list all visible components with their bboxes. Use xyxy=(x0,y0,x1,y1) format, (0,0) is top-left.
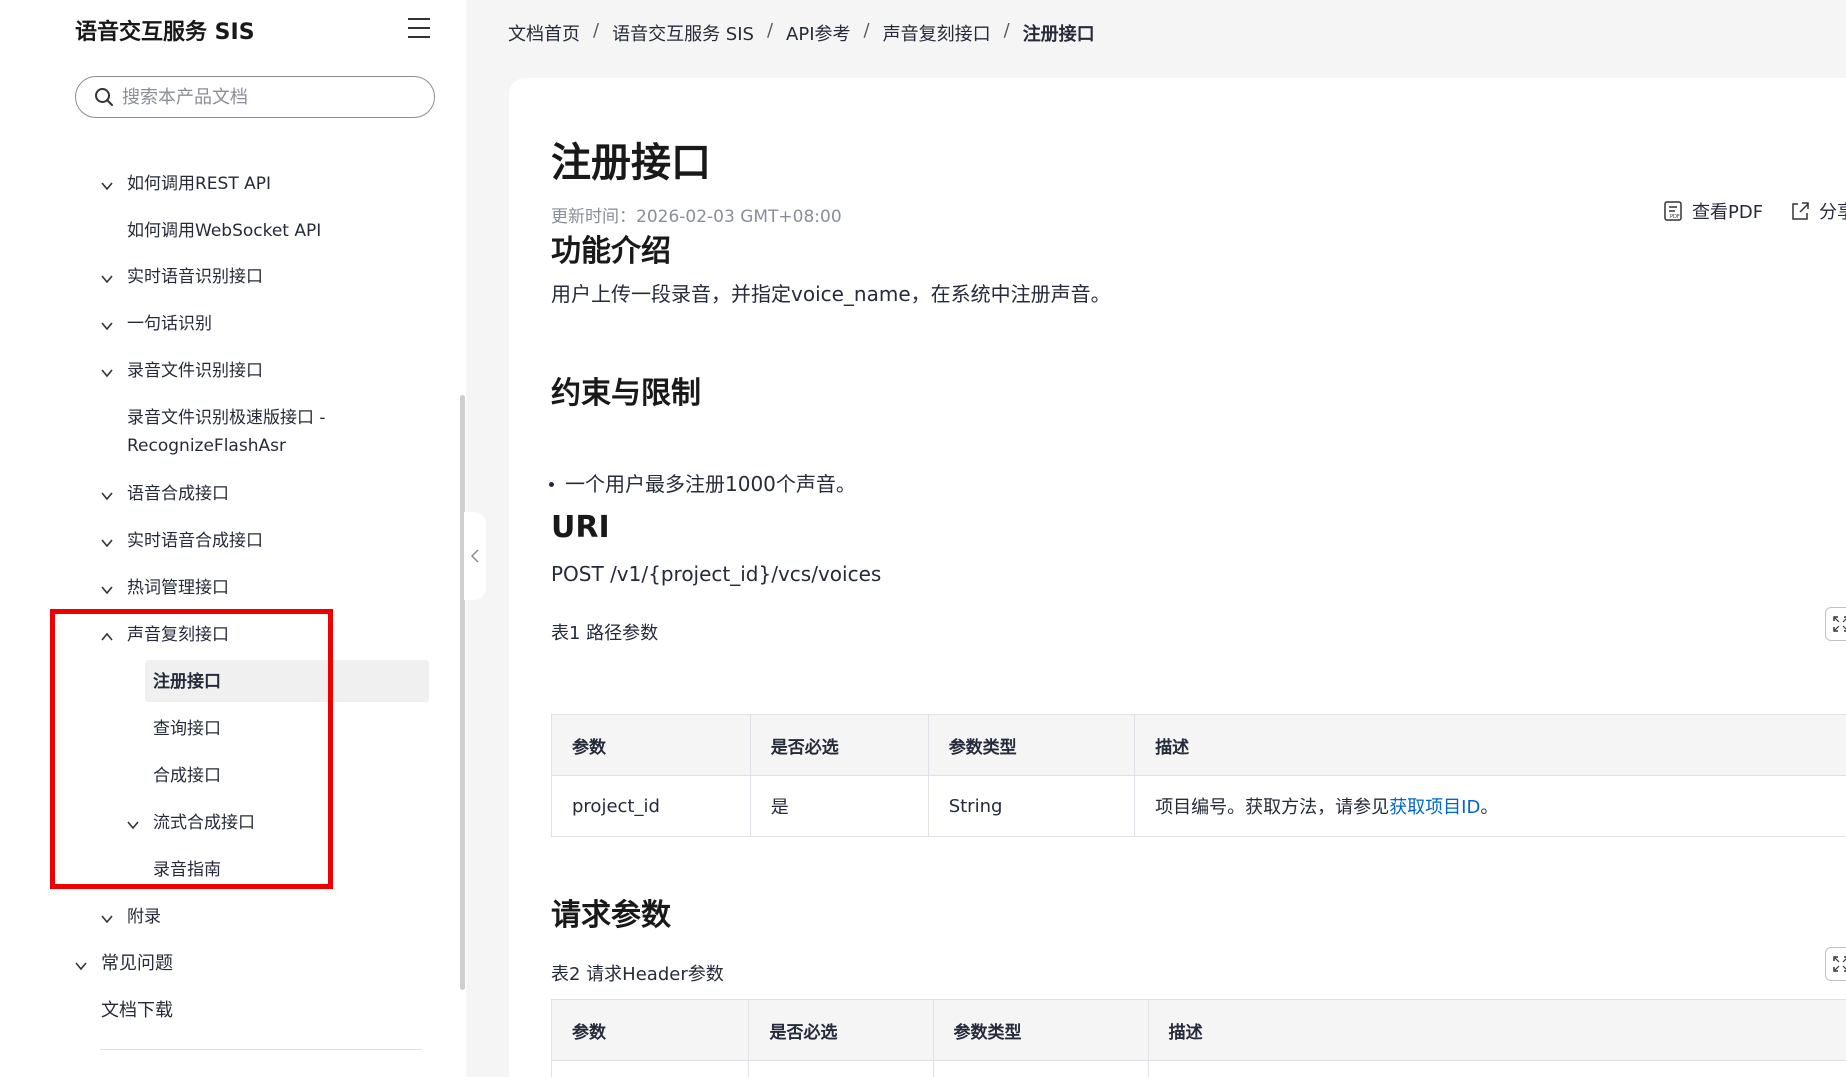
section-heading-uri: URI xyxy=(551,510,610,545)
desc-suffix: 。 xyxy=(1480,797,1499,818)
svg-text:PDF: PDF xyxy=(1670,214,1680,220)
share-icon xyxy=(1792,202,1809,220)
sidebar-scrollbar[interactable] xyxy=(460,395,465,990)
table-row xyxy=(550,1060,1846,1077)
chevron-down-icon[interactable] xyxy=(100,271,114,285)
product-title[interactable]: 语音交互服务 SIS xyxy=(75,14,255,46)
view-pdf-label: 查看PDF xyxy=(1692,202,1764,223)
uri-text: POST /v1/{project_id}/vcs/voices xyxy=(551,562,882,586)
chevron-down-icon[interactable] xyxy=(74,958,88,972)
section-heading-intro: 功能介绍 xyxy=(551,234,671,269)
get-project-id-link[interactable]: 获取项目ID xyxy=(1389,797,1480,818)
sidebar-item-sentence-asr[interactable]: 一句话识别 xyxy=(127,310,212,338)
table-cell-desc: 项目编号。获取方法，请参见获取项目ID。 xyxy=(1134,775,1846,837)
sidebar-item-doc-download[interactable]: 文档下载 xyxy=(101,997,173,1025)
search-box[interactable] xyxy=(75,76,435,118)
expand-icon xyxy=(1833,616,1846,632)
table-header: 描述 xyxy=(1147,999,1846,1061)
sidebar-item-realtime-asr[interactable]: 实时语音识别接口 xyxy=(127,263,263,291)
share-label: 分享 xyxy=(1819,202,1846,223)
table-header: 参数类型 xyxy=(927,714,1136,776)
menu-icon[interactable] xyxy=(408,18,432,40)
sidebar-item-websocket-api[interactable]: 如何调用WebSocket API xyxy=(127,217,321,245)
table-cell-required: 是 xyxy=(749,775,929,837)
chevron-down-icon[interactable] xyxy=(100,911,114,925)
collapse-sidebar-button[interactable] xyxy=(464,512,486,600)
bullet-icon xyxy=(549,482,554,487)
chevron-down-icon[interactable] xyxy=(100,178,114,192)
breadcrumb-separator: / xyxy=(593,20,600,41)
highlight-box xyxy=(50,609,333,889)
sidebar-item-hotword[interactable]: 热词管理接口 xyxy=(127,574,229,602)
table-cell-type: String xyxy=(927,775,1136,837)
table-header: 是否必选 xyxy=(748,999,934,1061)
chevron-down-icon[interactable] xyxy=(100,582,114,596)
sidebar-item-file-asr[interactable]: 录音文件识别接口 xyxy=(127,357,263,385)
pdf-icon: PDF xyxy=(1664,201,1682,221)
limits-bullet-text: 一个用户最多注册1000个声音。 xyxy=(565,472,856,496)
breadcrumb-separator: / xyxy=(766,20,774,41)
chevron-down-icon[interactable] xyxy=(100,365,114,379)
search-icon xyxy=(95,88,113,106)
sidebar-item-flash-asr-line2[interactable]: RecognizeFlashAsr xyxy=(127,432,286,460)
table1-expand-button[interactable] xyxy=(1825,607,1846,641)
path-params-table: 参数 是否必选 参数类型 描述 project_id 是 String 项目编号… xyxy=(551,714,1846,837)
table2-caption: 表2 请求Header参数 xyxy=(551,964,724,985)
view-pdf-button[interactable]: PDF 查看PDF xyxy=(1662,198,1763,224)
sidebar-item-rest-api[interactable]: 如何调用REST API xyxy=(127,170,271,198)
table-header: 参数 xyxy=(551,714,751,776)
chevron-left-icon xyxy=(470,549,479,563)
desc-text: 项目编号。获取方法，请参见 xyxy=(1155,797,1390,818)
page-title: 注册接口 xyxy=(551,140,711,186)
search-input[interactable] xyxy=(122,86,412,108)
update-time: 更新时间：2026-02-03 GMT+08:00 xyxy=(551,207,842,227)
divider xyxy=(100,1049,422,1050)
chevron-down-icon[interactable] xyxy=(100,535,114,549)
breadcrumb-voice-clone[interactable]: 声音复刻接口 xyxy=(883,20,991,46)
table-row: project_id 是 String 项目编号。获取方法，请参见获取项目ID。 xyxy=(551,775,1846,837)
table-header-row: 参数 是否必选 参数类型 描述 xyxy=(551,714,1846,776)
table-header: 描述 xyxy=(1134,714,1846,776)
breadcrumb: 文档首页 / 语音交互服务 SIS / API参考 / 声音复刻接口 / 注册接… xyxy=(508,20,1095,46)
sidebar-item-realtime-tts[interactable]: 实时语音合成接口 xyxy=(127,527,263,555)
request-header-table: 参数 是否必选 参数类型 描述 xyxy=(550,999,1846,1077)
sidebar-item-faq[interactable]: 常见问题 xyxy=(101,950,173,978)
sidebar: 语音交互服务 SIS 如何调用REST API 如何调用WebSocket AP… xyxy=(0,0,466,1077)
table-cell-param: project_id xyxy=(551,775,751,837)
sidebar-item-appendix[interactable]: 附录 xyxy=(127,903,161,931)
section-heading-limits: 约束与限制 xyxy=(551,376,701,411)
table-header-row: 参数 是否必选 参数类型 描述 xyxy=(550,999,1846,1061)
section-heading-request: 请求参数 xyxy=(551,898,671,933)
intro-text: 用户上传一段录音，并指定voice_name，在系统中注册声音。 xyxy=(551,282,1111,306)
breadcrumb-current: 注册接口 xyxy=(1022,24,1095,45)
breadcrumb-home[interactable]: 文档首页 xyxy=(508,20,580,46)
table-header: 参数 xyxy=(550,999,750,1061)
content-card: 注册接口 更新时间：2026-02-03 GMT+08:00 PDF 查看PDF… xyxy=(509,78,1846,1077)
breadcrumb-api-ref[interactable]: API参考 xyxy=(786,20,850,46)
breadcrumb-separator: / xyxy=(1003,20,1010,41)
breadcrumb-separator: / xyxy=(863,20,870,41)
table-header: 是否必选 xyxy=(749,714,929,776)
chevron-down-icon[interactable] xyxy=(100,318,114,332)
breadcrumb-product[interactable]: 语音交互服务 SIS xyxy=(612,20,754,46)
chevron-down-icon[interactable] xyxy=(100,488,114,502)
sidebar-item-flash-asr[interactable]: 录音文件识别极速版接口 - xyxy=(127,404,326,432)
table2-expand-button[interactable] xyxy=(1825,947,1846,981)
table-header: 参数类型 xyxy=(932,999,1149,1061)
sidebar-item-tts[interactable]: 语音合成接口 xyxy=(127,480,229,508)
table1-caption: 表1 路径参数 xyxy=(551,623,659,644)
expand-icon xyxy=(1833,956,1846,972)
share-button[interactable]: 分享 xyxy=(1789,198,1846,224)
